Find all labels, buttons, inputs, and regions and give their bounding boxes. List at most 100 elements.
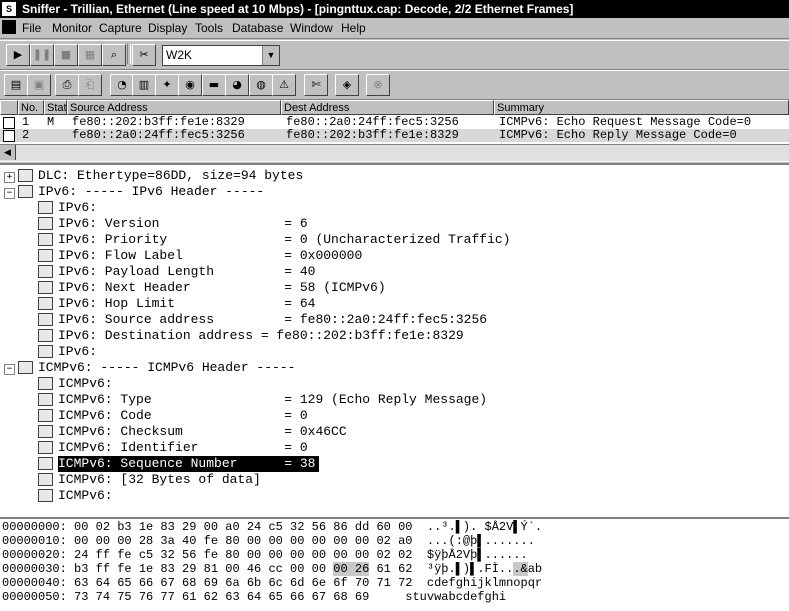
save-icon[interactable]: ▣	[27, 74, 51, 96]
detail-pane: + DLC: Ethertype=86DD, size=94 bytes − I…	[0, 163, 789, 517]
hex-bytes: b3 ff fe 1e 83 29 81 00 46 cc 00 00	[74, 562, 334, 576]
hex-bytes: 24 ff fe c5 32 56 fe 80 00 00 00 00 00 0…	[74, 548, 413, 562]
field-icon	[38, 281, 53, 294]
menu-display[interactable]: Display	[148, 20, 187, 36]
protocol-icon	[18, 185, 33, 198]
column-header-select[interactable]	[0, 100, 18, 115]
field-icon	[38, 345, 53, 358]
hex-bytes: 00 00 00 28 3a 40 fe 80 00 00 00 00 00 0…	[74, 534, 413, 548]
stop-capture-icon[interactable]: ■	[54, 44, 78, 66]
hex-ascii-highlighted: .&	[513, 562, 528, 576]
hex-ascii: ab	[527, 562, 543, 576]
hex-ascii: ...(:@þ▌.......	[426, 534, 535, 548]
collapse-icon[interactable]: −	[4, 364, 15, 375]
sniffer-app-icon[interactable]: S	[2, 2, 16, 16]
filter-icon[interactable]: ✄	[304, 74, 328, 96]
hex-line[interactable]: 00000050: 73 74 75 76 77 61 62 63 64 65 …	[2, 591, 506, 604]
field-icon	[38, 265, 53, 278]
start-capture-icon[interactable]: ▶	[6, 44, 30, 66]
hex-line[interactable]: 00000000: 00 02 b3 1e 83 29 00 a0 24 c5 …	[2, 521, 542, 534]
hex-bytes: 61 62	[369, 562, 413, 576]
dlc-icon	[18, 169, 33, 182]
menu-database[interactable]: Database	[232, 20, 283, 36]
alarm-log-icon[interactable]: ⚠	[272, 74, 296, 96]
hex-ascii: $ÿþÅ2Vþ▌......	[426, 548, 528, 562]
menu-help[interactable]: Help	[341, 20, 366, 36]
define-filter-icon[interactable]: ✂	[132, 44, 156, 66]
hex-line[interactable]: 00000030: b3 ff fe 1e 83 29 81 00 46 cc …	[2, 562, 543, 576]
adapter-select[interactable]: W2K ▼	[162, 45, 280, 66]
field-icon	[38, 297, 53, 310]
field-icon	[38, 441, 53, 454]
horizontal-scrollbar[interactable]: ◀	[0, 144, 789, 161]
document-menu-icon[interactable]	[2, 20, 16, 34]
hex-offset: 00000030:	[2, 562, 67, 576]
protocol-distribution-icon[interactable]: ◕	[225, 74, 249, 96]
column-header-dest-address[interactable]: Dest Address	[281, 100, 494, 115]
table-row[interactable]: 2 fe80::2a0:24ff:fec5:3256 fe80::202:b3f…	[0, 129, 789, 142]
open-file-icon[interactable]: ▤	[4, 74, 28, 96]
title-bar: S Sniffer - Trillian, Ethernet (Line spe…	[0, 0, 789, 18]
detail-line-ipv6-header[interactable]: IPv6: ----- IPv6 Header -----	[18, 184, 264, 200]
hex-bytes-highlighted: 00 26	[333, 562, 370, 576]
chevron-down-icon[interactable]: ▼	[262, 46, 279, 65]
dashboard-icon[interactable]: ◔	[110, 74, 134, 96]
hex-ascii: ..³.▌). $Å2V▌Ý`.	[426, 520, 543, 534]
detail-line-dlc[interactable]: DLC: Ethertype=86DD, size=94 bytes	[18, 168, 303, 184]
hex-line[interactable]: 00000040: 63 64 65 66 67 68 69 6a 6b 6c …	[2, 577, 542, 590]
toolbar-separator	[127, 44, 131, 64]
menu-capture[interactable]: Capture	[99, 20, 142, 36]
field-icon	[38, 233, 53, 246]
field-icon	[38, 249, 53, 262]
menu-monitor[interactable]: Monitor	[52, 20, 92, 36]
column-header-no[interactable]: No.	[18, 100, 44, 115]
row-summary: ICMPv6: Echo Reply Message Code=0	[499, 128, 737, 142]
application-response-icon[interactable]: ◉	[178, 74, 202, 96]
print-preview-icon[interactable]: ⎗	[78, 74, 102, 96]
hex-offset: 00000050:	[2, 590, 67, 604]
disabled-tool-icon[interactable]: ⊗	[366, 74, 390, 96]
stop-and-display-icon[interactable]: ▦	[78, 44, 102, 66]
capture-toolbar: ▶ ❚❚ ■ ▦ ⌕ ✂ W2K ▼	[0, 40, 789, 70]
hex-line[interactable]: 00000010: 00 00 00 28 3a 40 fe 80 00 00 …	[2, 535, 535, 548]
scroll-left-icon[interactable]: ◀	[0, 145, 16, 160]
hex-ascii: ³ÿþ.▌)▌.FÌ..	[426, 562, 514, 576]
menu-tools[interactable]: Tools	[195, 20, 223, 36]
hex-offset: 00000010:	[2, 534, 67, 548]
hex-line[interactable]: 00000020: 24 ff fe c5 32 56 fe 80 00 00 …	[2, 549, 528, 562]
hex-offset: 00000020:	[2, 548, 67, 562]
row-checkbox[interactable]	[3, 117, 15, 129]
global-statistics-icon[interactable]: ◍	[249, 74, 273, 96]
main-toolbar: ▤ ▣ ⎙ ⎗ ◔ ▥ ✦ ◉ ▬ ◕ ◍ ⚠ ✄ ◈ ⊗	[0, 70, 789, 100]
history-samples-icon[interactable]: ▬	[202, 74, 226, 96]
field-icon	[38, 425, 53, 438]
binoculars-icon[interactable]: ⌕	[102, 44, 126, 66]
hex-bytes: 73 74 75 76 77 61 62 63 64 65 66 67 68 6…	[74, 590, 370, 604]
column-header-summary[interactable]: Summary	[494, 100, 789, 115]
expand-icon[interactable]: +	[4, 172, 15, 183]
field-icon	[38, 313, 53, 326]
column-header-status[interactable]: Status	[44, 100, 67, 115]
adapter-select-value: W2K	[166, 48, 193, 62]
field-icon	[38, 473, 53, 486]
menu-window[interactable]: Window	[290, 20, 333, 36]
matrix-icon[interactable]: ✦	[155, 74, 179, 96]
hex-offset: 00000000:	[2, 520, 67, 534]
row-source-address: fe80::2a0:24ff:fec5:3256	[72, 128, 245, 142]
menu-file[interactable]: File	[22, 20, 41, 36]
collapse-icon[interactable]: −	[4, 188, 15, 199]
print-icon[interactable]: ⎙	[55, 74, 79, 96]
summary-pane: No. Status Source Address Dest Address S…	[0, 99, 789, 162]
address-book-icon[interactable]: ◈	[335, 74, 359, 96]
field-icon	[38, 329, 53, 342]
detail-line-icmpv6-header[interactable]: ICMPv6: ----- ICMPv6 Header -----	[18, 360, 295, 376]
hex-bytes: 00 02 b3 1e 83 29 00 a0 24 c5 32 56 86 d…	[74, 520, 413, 534]
field-icon	[38, 217, 53, 230]
host-table-icon[interactable]: ▥	[132, 74, 156, 96]
field-icon	[38, 457, 53, 470]
column-header-source-address[interactable]: Source Address	[67, 100, 281, 115]
pause-capture-icon[interactable]: ❚❚	[30, 44, 54, 66]
field-icon	[38, 409, 53, 422]
row-checkbox[interactable]	[3, 130, 15, 142]
hex-offset: 00000040:	[2, 576, 67, 590]
